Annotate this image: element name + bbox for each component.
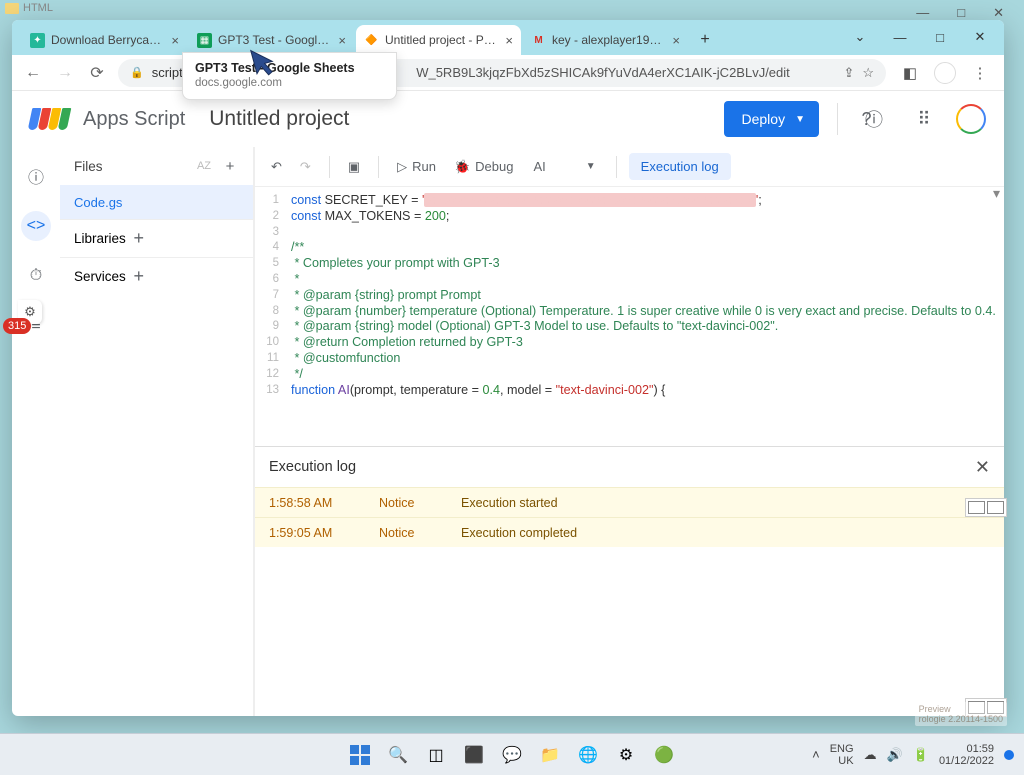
code-line[interactable]: 6 *: [255, 272, 1004, 288]
address-bar: ← → ⟳ 🔒 script.go hidden by tooltip over…: [12, 55, 1004, 91]
preview-watermark: Previewrologie 2.20114-1500: [915, 702, 1007, 726]
left-rail: ⓘ <> ⏱ ≡: [12, 147, 60, 716]
steam-icon[interactable]: ⚙: [610, 739, 642, 771]
maximize-button[interactable]: □: [924, 26, 956, 48]
redo-button: ↷: [294, 155, 317, 179]
chrome-profile[interactable]: [934, 62, 956, 84]
chevron-up-icon[interactable]: ˄: [812, 747, 820, 762]
code-line[interactable]: 11 * @customfunction: [255, 351, 1004, 367]
volume-icon[interactable]: 🔊: [887, 747, 903, 763]
code-line[interactable]: 1const SECRET_KEY = 'xxxxxxxxxxxxxxxxxxx…: [255, 193, 1004, 209]
chevron-down-icon: ▼: [795, 114, 805, 125]
clock[interactable]: 01:5901/12/2022: [939, 743, 994, 767]
chrome-icon[interactable]: 🟢: [648, 739, 680, 771]
services-row[interactable]: Services+: [60, 257, 253, 295]
notification-dot[interactable]: [1004, 750, 1014, 760]
tab-3-active[interactable]: 🔶Untitled project - Proje×: [356, 25, 521, 55]
code-line[interactable]: 8 * @param {number} temperature (Optiona…: [255, 304, 1004, 320]
search-icon[interactable]: 🔍: [382, 739, 414, 771]
close-icon[interactable]: ×: [338, 33, 346, 48]
code-line[interactable]: 4/**: [255, 240, 1004, 256]
execution-log-panel: Execution log ✕ 1:58:58 AMNoticeExecution…: [255, 446, 1004, 716]
files-sidebar: Files AZ + Code.gs Libraries+ Services+: [60, 147, 254, 716]
menu-icon[interactable]: ⋮: [966, 64, 994, 82]
code-line[interactable]: 5 * Completes your prompt with GPT-3: [255, 256, 1004, 272]
log-row: 1:59:05 AMNoticeExecution completed: [255, 517, 1004, 547]
add-file-button[interactable]: +: [217, 158, 243, 175]
code-line[interactable]: 12 */: [255, 367, 1004, 383]
layout-toggle-1[interactable]: [965, 498, 1007, 517]
edge-icon[interactable]: 🌐: [572, 739, 604, 771]
onedrive-icon[interactable]: ☁: [864, 747, 877, 763]
code-line[interactable]: 7 * @param {string} prompt Prompt: [255, 288, 1004, 304]
start-button[interactable]: [344, 739, 376, 771]
side-panel-icon[interactable]: ◧: [896, 64, 924, 82]
forward-button: →: [54, 64, 76, 82]
chrome-window: ✦Download Berrycast De× ▦GPT3 Test - Goo…: [12, 20, 1004, 716]
brand-name: Apps Script: [83, 108, 185, 131]
desktop-folder: HTML: [5, 2, 53, 14]
code-line[interactable]: 13function AI(prompt, temperature = 0.4,…: [255, 383, 1004, 399]
close-button[interactable]: ✕: [964, 26, 996, 48]
chat-icon[interactable]: 💬: [496, 739, 528, 771]
tab-tooltip: GPT3 Test - Google Sheets docs.google.co…: [182, 52, 397, 100]
undo-button[interactable]: ↶: [265, 155, 288, 179]
minimize-button[interactable]: —: [884, 26, 916, 48]
lang-indicator[interactable]: ENGUK: [830, 743, 854, 767]
explorer-icon[interactable]: 📁: [534, 739, 566, 771]
window-controls: —□✕: [916, 5, 1004, 21]
deploy-button[interactable]: Deploy▼: [724, 101, 820, 137]
editor-toolbar: ↶ ↷ ▣ ▷ Run 🐞 Debug AI▼ Execution log: [255, 147, 1004, 187]
close-icon[interactable]: ×: [505, 33, 513, 48]
share-icon[interactable]: ⇪: [843, 65, 854, 81]
chevron-down-icon[interactable]: ⌄: [844, 26, 876, 48]
debug-button[interactable]: 🐞 Debug: [448, 155, 520, 179]
close-icon[interactable]: ✕: [975, 457, 990, 478]
windows-taskbar: 🔍 ◫ ⬛ 💬 📁 🌐 ⚙ 🟢 ˄ ENGUK ☁ 🔊 🔋 01:5901/12…: [0, 733, 1024, 775]
files-header: Files AZ +: [60, 147, 253, 185]
code-line[interactable]: 3: [255, 225, 1004, 241]
sort-icon[interactable]: AZ: [191, 160, 217, 172]
notification-badge: 315: [3, 318, 31, 334]
close-icon[interactable]: ×: [171, 33, 179, 48]
code-line[interactable]: 2const MAX_TOKENS = 200;: [255, 209, 1004, 225]
add-service-button[interactable]: +: [126, 266, 152, 287]
editor-area: ↶ ↷ ▣ ▷ Run 🐞 Debug AI▼ Execution log ▾ …: [254, 147, 1004, 716]
tab-strip: ✦Download Berrycast De× ▦GPT3 Test - Goo…: [12, 20, 1004, 55]
battery-icon[interactable]: 🔋: [913, 747, 929, 763]
info-icon[interactable]: ⓘ: [21, 161, 51, 191]
file-code-gs[interactable]: Code.gs: [60, 185, 253, 219]
star-icon[interactable]: ☆: [862, 65, 874, 81]
lock-icon: 🔒: [130, 66, 144, 79]
log-title: Execution log: [269, 459, 356, 475]
project-title[interactable]: Untitled project: [209, 107, 349, 131]
add-library-button[interactable]: +: [126, 228, 152, 249]
code-line[interactable]: 9 * @param {string} model (Optional) GPT…: [255, 319, 1004, 335]
triggers-icon[interactable]: ⏱: [21, 261, 51, 291]
collapse-icon[interactable]: ▾: [993, 185, 1000, 202]
apps-script-logo: [30, 108, 69, 130]
execution-log-button[interactable]: Execution log: [629, 153, 731, 180]
back-button[interactable]: ←: [22, 64, 44, 82]
code-line[interactable]: 10 * @return Completion returned by GPT-…: [255, 335, 1004, 351]
log-row: 1:58:58 AMNoticeExecution started: [255, 487, 1004, 517]
function-select[interactable]: AI▼: [525, 155, 603, 178]
avatar[interactable]: [956, 104, 986, 134]
widgets-icon[interactable]: ⬛: [458, 739, 490, 771]
chevron-down-icon: ▼: [586, 161, 596, 172]
new-tab-button[interactable]: +: [690, 25, 720, 55]
tab-4[interactable]: Mkey - alexplayer1983@×: [523, 25, 688, 55]
close-icon[interactable]: ×: [672, 33, 680, 48]
save-button[interactable]: ▣: [342, 155, 366, 179]
taskview-icon[interactable]: ◫: [420, 739, 452, 771]
run-button[interactable]: ▷ Run: [391, 155, 442, 179]
apps-script-header: Apps Script Untitled project Deploy▼ ⓘ? …: [12, 91, 1004, 147]
reload-button[interactable]: ⟳: [86, 63, 108, 83]
editor-icon[interactable]: <>: [21, 211, 51, 241]
tab-1[interactable]: ✦Download Berrycast De×: [22, 25, 187, 55]
code-editor[interactable]: 1const SECRET_KEY = 'xxxxxxxxxxxxxxxxxxx…: [255, 187, 1004, 446]
help-icon[interactable]: ⓘ?: [856, 101, 892, 137]
apps-icon[interactable]: ⠿: [906, 101, 942, 137]
libraries-row[interactable]: Libraries+: [60, 219, 253, 257]
